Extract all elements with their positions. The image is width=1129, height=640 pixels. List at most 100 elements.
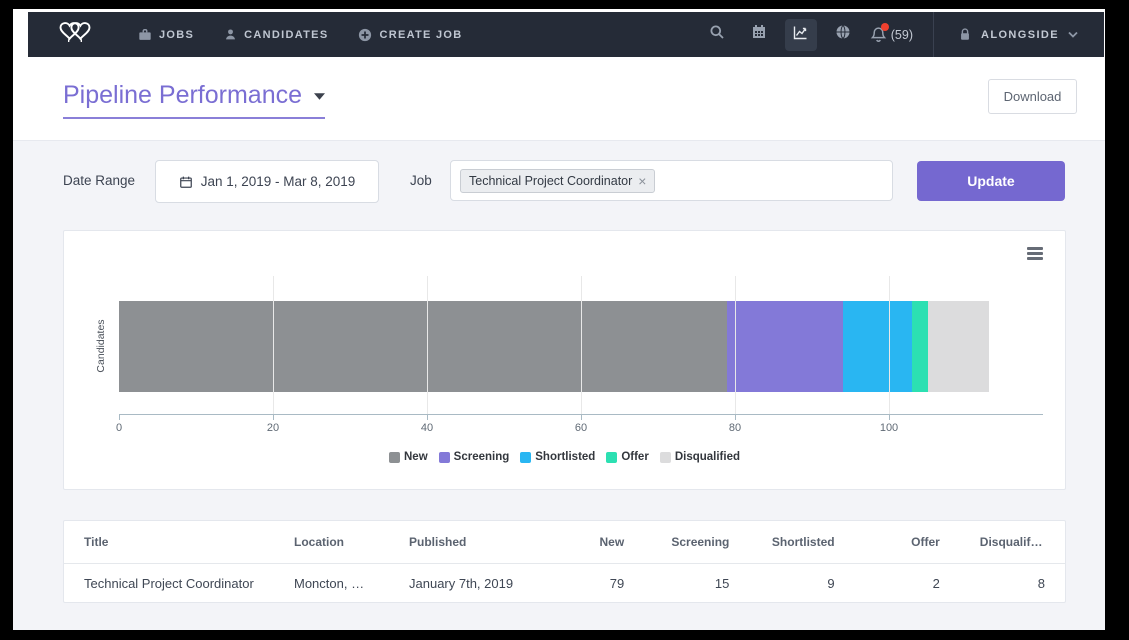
legend-item-disqualified[interactable]: Disqualified	[660, 451, 740, 463]
legend-label: Offer	[621, 451, 648, 463]
search-icon	[709, 24, 725, 45]
column-header: Published	[389, 535, 539, 549]
date-range-value: Jan 1, 2019 - Mar 8, 2019	[201, 174, 356, 189]
legend-label: New	[404, 451, 428, 463]
table-cell: 8	[960, 576, 1065, 591]
table-cell: January 7th, 2019	[389, 576, 539, 591]
nav-item-create-job[interactable]: CREATE JOB	[358, 28, 462, 42]
legend-item-new[interactable]: New	[389, 451, 428, 463]
brand-logo[interactable]	[56, 17, 94, 52]
column-header: Title	[64, 535, 274, 549]
account-icon	[958, 27, 972, 42]
gridline	[889, 276, 890, 414]
legend-marker	[389, 452, 400, 463]
x-tick-label: 60	[575, 422, 587, 434]
column-header: New	[539, 535, 644, 549]
legend-item-shortlisted[interactable]: Shortlisted	[520, 451, 595, 463]
x-axis-line	[119, 414, 1043, 415]
alongside-logo-icon	[56, 17, 94, 52]
app-window: JOBS CANDIDATES CREATE JOB	[13, 9, 1105, 630]
update-button[interactable]: Update	[917, 161, 1065, 201]
column-header: Disqualified	[960, 535, 1065, 549]
stacked-bar	[119, 301, 989, 392]
table-cell: 2	[855, 576, 960, 591]
gridline	[581, 276, 582, 414]
chart-card: Candidates 020406080100 NewScreeningShor…	[63, 230, 1066, 490]
column-header: Screening	[644, 535, 749, 549]
x-tick	[119, 415, 120, 420]
caret-down-icon	[314, 87, 325, 105]
bar-segment-disqualified	[928, 301, 990, 392]
chart-legend: New Screening Shortlisted Offer Disqualified	[64, 451, 1065, 463]
x-tick	[889, 415, 890, 420]
legend-item-screening[interactable]: Screening	[439, 451, 510, 463]
account-name: ALONGSIDE	[981, 29, 1059, 41]
legend-marker	[439, 452, 450, 463]
legend-label: Screening	[454, 451, 510, 463]
x-tick-label: 80	[729, 422, 741, 434]
legend-item-offer[interactable]: Offer	[606, 451, 648, 463]
page-title: Pipeline Performance	[63, 81, 302, 110]
notification-count: (59)	[891, 28, 913, 42]
date-range-input[interactable]: Jan 1, 2019 - Mar 8, 2019	[155, 160, 379, 203]
screenshot-frame: JOBS CANDIDATES CREATE JOB	[0, 0, 1129, 640]
column-header: Location	[274, 535, 389, 549]
reports-button[interactable]	[785, 19, 817, 51]
column-header: Offer	[855, 535, 960, 549]
nav-item-candidates[interactable]: CANDIDATES	[224, 28, 328, 41]
x-tick-label: 40	[421, 422, 433, 434]
tag-remove-icon[interactable]: ×	[638, 176, 646, 186]
bar-segment-shortlisted	[843, 301, 912, 392]
table-cell: Moncton, NB	[274, 576, 389, 591]
job-tag: Technical Project Coordinator ×	[460, 169, 655, 193]
job-tag-label: Technical Project Coordinator	[469, 174, 632, 188]
globe-icon	[835, 24, 851, 45]
person-icon	[224, 28, 237, 41]
briefcase-icon	[138, 28, 152, 42]
gridline	[735, 276, 736, 414]
table-cell: 15	[644, 576, 749, 591]
x-tick	[273, 415, 274, 420]
nav-item-label: CREATE JOB	[379, 29, 462, 41]
job-input[interactable]: Technical Project Coordinator ×	[450, 160, 893, 201]
bell-icon	[870, 26, 887, 43]
table-cell: 9	[749, 576, 854, 591]
account-menu[interactable]: ALONGSIDE	[934, 12, 1104, 57]
gridline	[273, 276, 274, 414]
nav-item-label: CANDIDATES	[244, 29, 328, 41]
legend-label: Disqualified	[675, 451, 740, 463]
job-label: Job	[410, 173, 432, 188]
navbar: JOBS CANDIDATES CREATE JOB	[28, 12, 1104, 57]
gridline	[427, 276, 428, 414]
legend-marker	[606, 452, 617, 463]
notifications-button[interactable]: (59)	[870, 26, 913, 43]
column-header: Shortlisted	[749, 535, 854, 549]
globe-button[interactable]	[827, 19, 859, 51]
bar-segment-new	[119, 301, 727, 392]
bar-segment-offer	[912, 301, 927, 392]
plus-circle-icon	[358, 28, 372, 42]
x-tick	[581, 415, 582, 420]
nav-item-label: JOBS	[159, 29, 194, 41]
report-selector[interactable]: Pipeline Performance	[63, 81, 325, 119]
legend-marker	[660, 452, 671, 463]
calendar-button[interactable]	[743, 19, 775, 51]
calendar-icon	[751, 24, 767, 45]
date-range-label: Date Range	[63, 173, 135, 188]
table-cell: Technical Project Coordinator	[64, 576, 274, 591]
table-header-row: TitleLocationPublishedNewScreeningShortl…	[64, 521, 1065, 564]
download-button[interactable]: Download	[988, 79, 1077, 114]
legend-marker	[520, 452, 531, 463]
notification-dot	[881, 23, 889, 31]
x-tick	[735, 415, 736, 420]
x-tick-label: 0	[116, 422, 122, 434]
nav-item-jobs[interactable]: JOBS	[138, 28, 194, 42]
chevron-down-icon	[1068, 31, 1078, 38]
x-tick-label: 20	[267, 422, 279, 434]
x-tick-label: 100	[880, 422, 898, 434]
x-tick	[427, 415, 428, 420]
results-table: TitleLocationPublishedNewScreeningShortl…	[63, 520, 1066, 603]
search-button[interactable]	[701, 19, 733, 51]
line-chart-icon	[792, 24, 809, 46]
bar-segment-screening	[727, 301, 843, 392]
